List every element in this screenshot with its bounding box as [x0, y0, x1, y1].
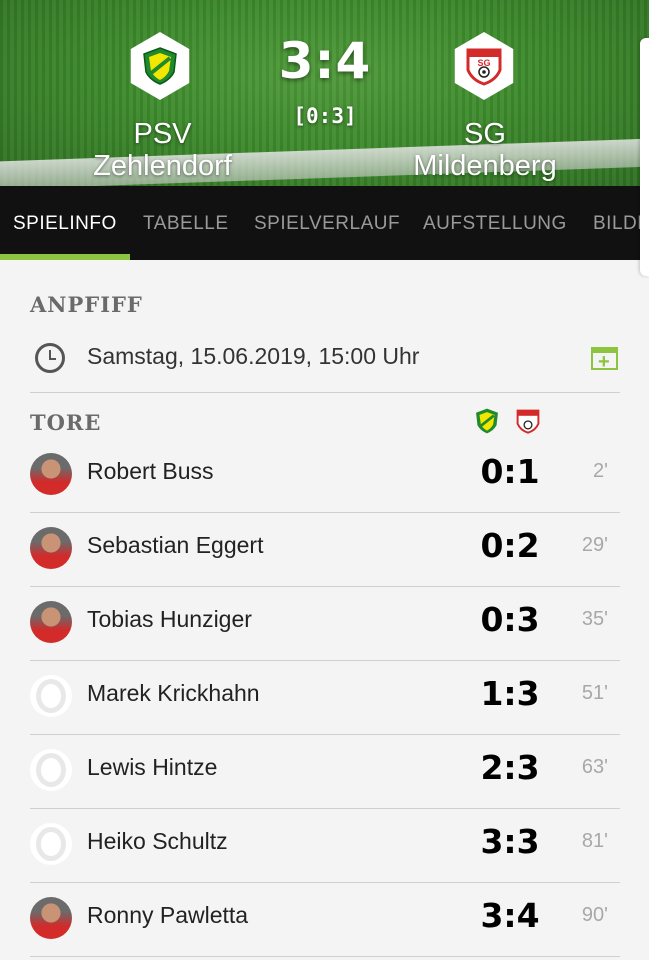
- shield-icon: [476, 408, 498, 434]
- goal-scorer: Ronny Pawletta: [87, 902, 249, 928]
- goal-scorer: Heiko Schultz: [87, 828, 228, 854]
- goal-row[interactable]: Ronny Pawletta 3:4 90': [30, 882, 620, 957]
- player-avatar: [30, 897, 72, 939]
- away-team-name-line1: SG: [464, 118, 506, 150]
- avatar-placeholder-icon: [30, 749, 72, 791]
- tab-bar: SPIELINFO TABELLE SPIELVERLAUF AUFSTELLU…: [0, 186, 649, 260]
- crest-icon: SG: [466, 48, 502, 86]
- away-team-name-line2: Mildenberg: [413, 150, 557, 182]
- halftime-score: [0:3]: [293, 104, 357, 128]
- home-team-logo[interactable]: [130, 32, 190, 100]
- player-avatar: [30, 453, 72, 495]
- goal-scorer: Tobias Hunziger: [87, 606, 252, 632]
- tab-spielverlauf[interactable]: SPIELVERLAUF: [254, 186, 400, 260]
- away-team-mini-logo: [515, 407, 541, 435]
- calendar-add-icon[interactable]: +: [591, 347, 618, 372]
- tab-spielinfo[interactable]: SPIELINFO: [13, 186, 117, 260]
- goal-score: 3:3: [480, 822, 540, 861]
- goal-row[interactable]: Marek Krickhahn 1:3 51': [30, 660, 620, 735]
- crest-icon: [516, 409, 540, 434]
- final-score: 3:4: [278, 32, 372, 90]
- clock-icon: [35, 343, 65, 373]
- avatar-placeholder-icon: [30, 675, 72, 717]
- goal-score: 1:3: [480, 674, 540, 713]
- goal-score: 3:4: [480, 896, 540, 935]
- goal-minute: 29': [581, 534, 608, 556]
- goal-row[interactable]: Robert Buss 0:1 2': [30, 438, 620, 513]
- goal-score: 0:3: [480, 600, 540, 639]
- goal-score: 0:1: [480, 452, 540, 491]
- goal-minute: 35': [581, 608, 608, 630]
- goals-title: TORE: [30, 410, 102, 435]
- player-avatar: [30, 527, 72, 569]
- goal-minute: 90': [581, 904, 608, 926]
- kickoff-row: Samstag, 15.06.2019, 15:00 Uhr +: [30, 338, 620, 393]
- goal-row[interactable]: Sebastian Eggert 0:2 29': [30, 512, 620, 587]
- kickoff-datetime: Samstag, 15.06.2019, 15:00 Uhr: [87, 343, 420, 369]
- player-avatar: [30, 601, 72, 643]
- goal-row[interactable]: Tobias Hunziger 0:3 35': [30, 586, 620, 661]
- goal-row[interactable]: Lewis Hintze 2:3 63': [30, 734, 620, 809]
- shield-icon: [143, 47, 177, 85]
- edge-panel-handle[interactable]: [640, 38, 649, 276]
- goal-score: 2:3: [480, 748, 540, 787]
- goal-minute: 51': [581, 682, 608, 704]
- goal-minute: 2': [593, 460, 608, 482]
- goal-minute: 81': [581, 830, 608, 852]
- goal-scorer: Lewis Hintze: [87, 754, 218, 780]
- match-header: SG PSV Zehlendorf 3:4 [0:3] SG Mildenber…: [0, 0, 649, 186]
- away-team-logo[interactable]: SG: [454, 32, 514, 100]
- tab-aufstellung[interactable]: AUFSTELLUNG: [423, 186, 567, 260]
- goal-row[interactable]: Heiko Schultz 3:3 81': [30, 808, 620, 883]
- home-team-name[interactable]: PSV Zehlendorf: [70, 118, 255, 182]
- goal-scorer: Marek Krickhahn: [87, 680, 260, 706]
- away-team-name[interactable]: SG Mildenberg: [395, 118, 575, 182]
- goal-scorer: Sebastian Eggert: [87, 532, 264, 558]
- home-team-name-line2: Zehlendorf: [93, 150, 232, 182]
- avatar-placeholder-icon: [30, 823, 72, 865]
- goal-scorer: Robert Buss: [87, 458, 214, 484]
- svg-text:SG: SG: [477, 58, 490, 68]
- home-team-mini-logo: [474, 407, 500, 435]
- kickoff-title: ANPFIFF: [30, 292, 143, 317]
- tab-tabelle[interactable]: TABELLE: [143, 186, 229, 260]
- goal-score: 0:2: [480, 526, 540, 565]
- home-team-name-line1: PSV: [133, 118, 192, 150]
- goal-minute: 63': [581, 756, 608, 778]
